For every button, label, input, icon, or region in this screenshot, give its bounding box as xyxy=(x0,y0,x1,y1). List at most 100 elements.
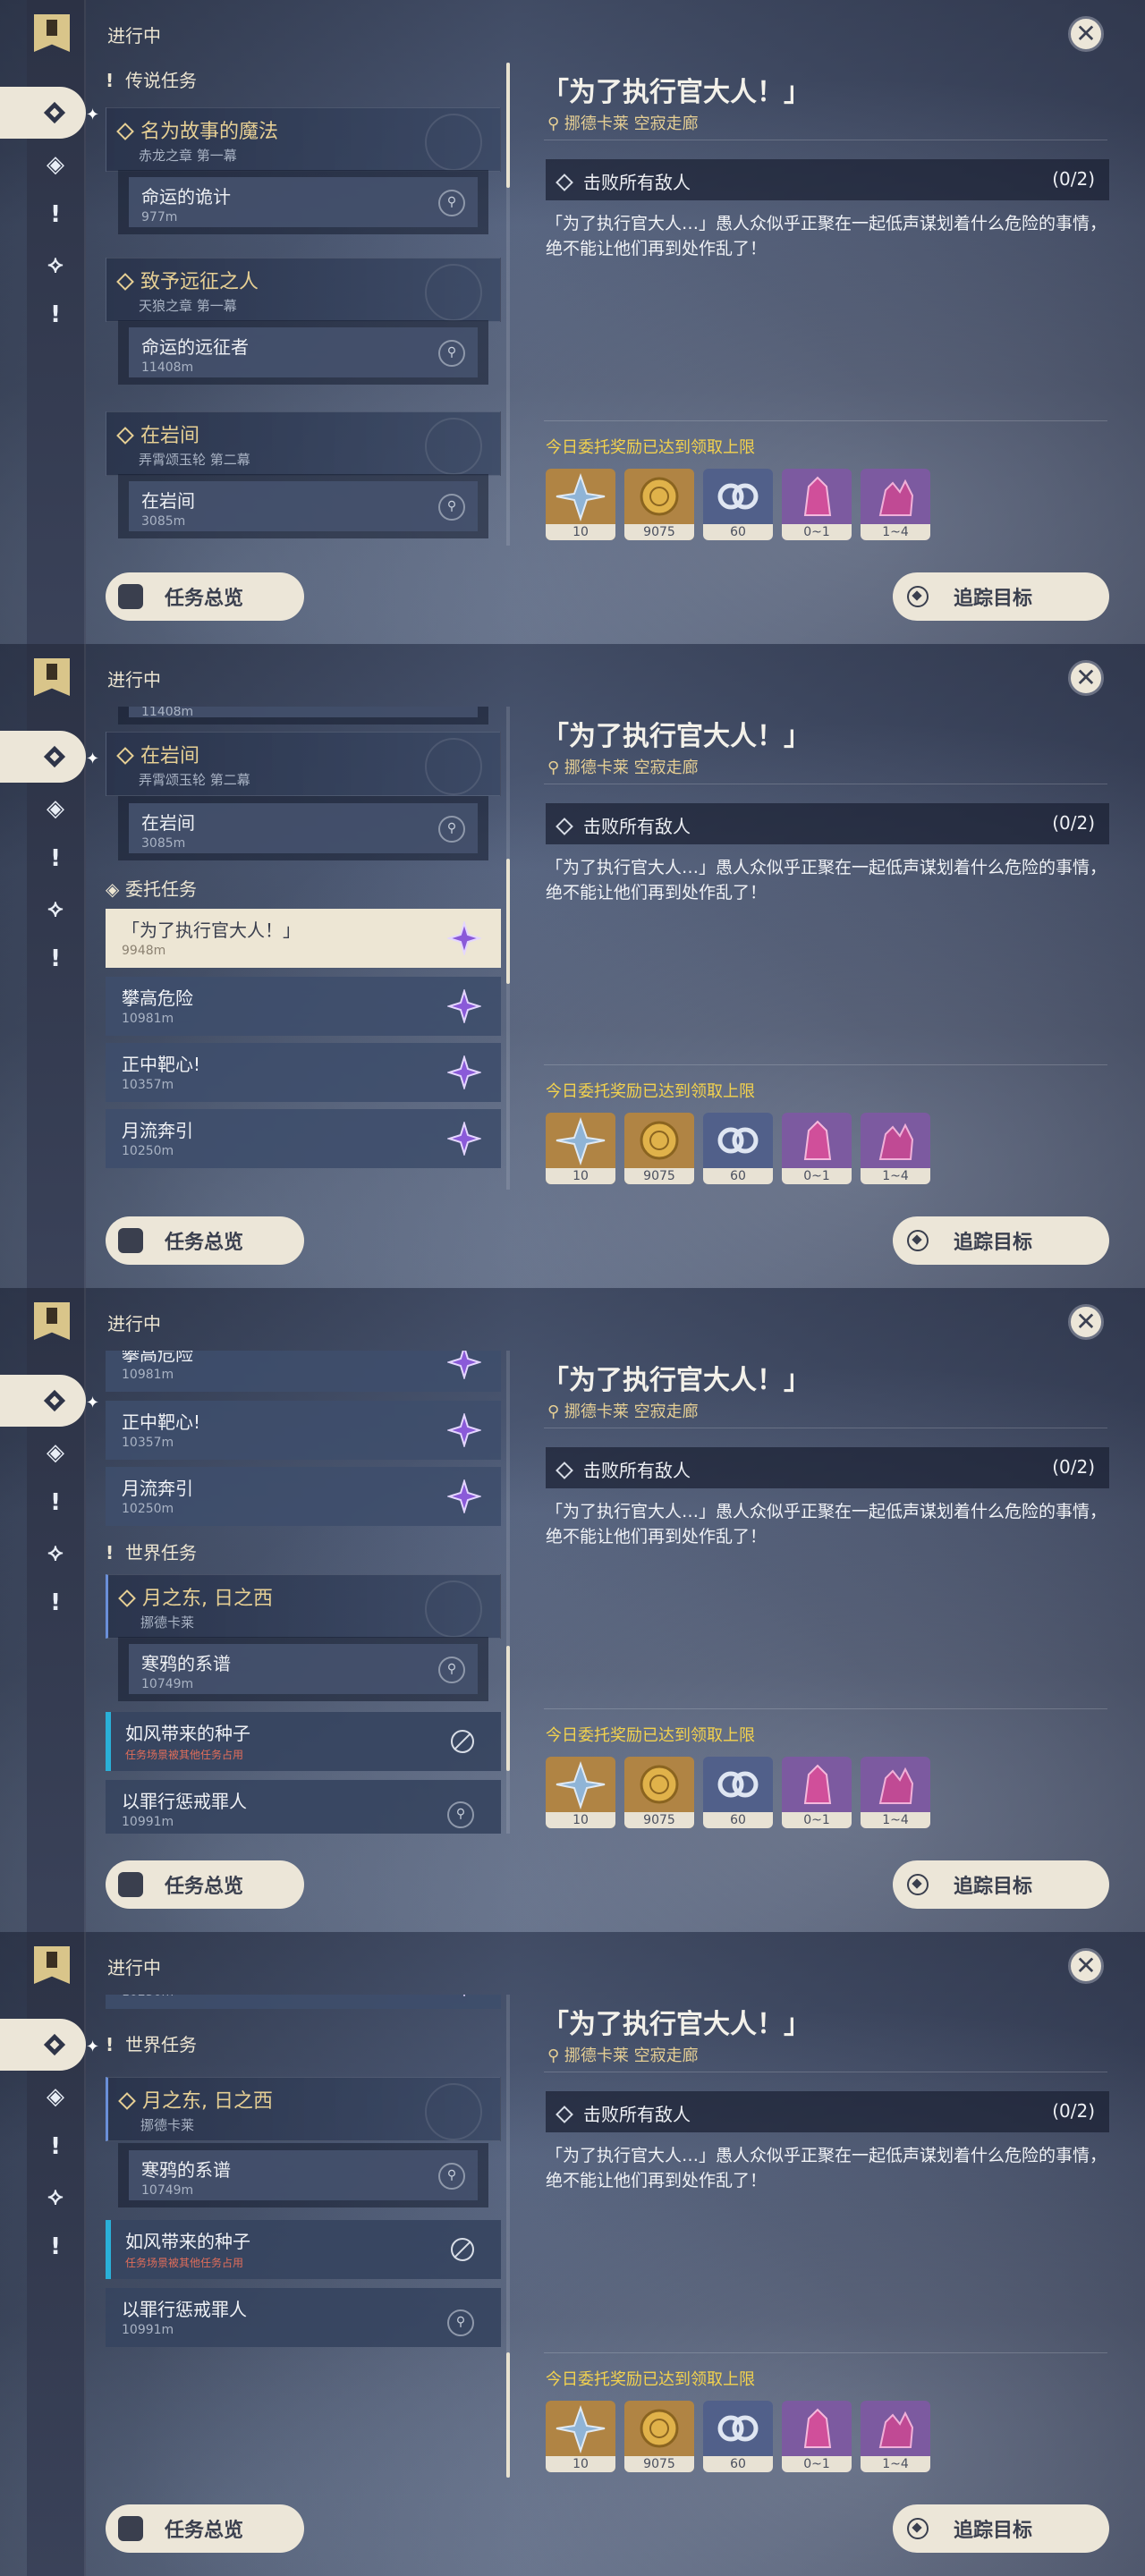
tab-story-quests[interactable]: ! xyxy=(34,1481,77,1524)
quest-step[interactable]: 在岩间 3085m ⚲ xyxy=(118,796,488,860)
commission-item[interactable]: 攀高危险 10981m xyxy=(106,977,501,1036)
tab-commission-quests[interactable]: ⟡ xyxy=(34,2175,77,2218)
tab-story-quests[interactable]: ! xyxy=(34,193,77,236)
quest-chapter[interactable]: 在岩间 弄霄颂玉轮 第二幕 xyxy=(106,732,501,796)
quest-list-scrollbar[interactable] xyxy=(506,1995,510,2478)
reward-mora[interactable]: 9075 xyxy=(624,2401,694,2472)
quest-panel: ✦ ◈ ! ⟡ ! 进行中 ✕ 11408m 在岩间 弄霄颂玉轮 第二幕 在岩间 308… xyxy=(0,644,1145,1288)
close-button[interactable]: ✕ xyxy=(1068,1304,1104,1340)
reward-friendship-exp[interactable]: 60 xyxy=(703,2401,773,2472)
quest-overview-button[interactable]: 任务总览 xyxy=(106,1216,304,1265)
quest-list[interactable]: 攀高危险 10981m 正中靶心! 10357m 月流奔引 10250m ! 世界任务 月之东,… xyxy=(106,1351,501,1834)
reward-adventure-exp[interactable]: 10 xyxy=(546,2401,615,2472)
tab-story-quests[interactable]: ! xyxy=(34,2125,77,2168)
reward-friendship-exp[interactable]: 60 xyxy=(703,1757,773,1828)
location-pin-icon: ⚲ xyxy=(547,2046,564,2065)
tab-all-quests[interactable] xyxy=(0,2019,86,2071)
quest-objective: 击败所有敌人 (0/2) xyxy=(546,803,1109,844)
quest-step[interactable]: 命运的远征者 11408m ⚲ xyxy=(118,320,488,385)
commission-star-icon xyxy=(447,921,481,955)
quest-overview-button[interactable]: 任务总览 xyxy=(106,572,304,621)
tab-commission-quests[interactable]: ⟡ xyxy=(34,887,77,930)
tab-all-quests[interactable] xyxy=(0,1375,86,1427)
quest-chapter[interactable]: 在岩间 弄霄颂玉轮 第二幕 xyxy=(106,411,501,476)
commission-item[interactable]: 正中靶心! 10357m xyxy=(106,1401,501,1460)
quest-step[interactable]: 命运的诡计 977m ⚲ xyxy=(118,170,488,234)
overview-icon xyxy=(118,584,143,609)
reward-crystal-chunk[interactable]: 0~1 xyxy=(782,1113,852,1184)
reward-limit-notice: 今日委托奖励已达到领取上限 xyxy=(546,1082,755,1101)
commission-item[interactable]: 月流奔引10250m xyxy=(106,1109,501,1168)
reward-crystal-ore[interactable]: 1~4 xyxy=(861,1757,930,1828)
commission-item[interactable]: 「为了执行官大人！」 9948m xyxy=(106,909,501,968)
tab-world-quests[interactable]: ! xyxy=(34,293,77,336)
quest-overview-button[interactable]: 任务总览 xyxy=(106,2504,304,2553)
world-quest-item[interactable]: 如风带来的种子 任务场景被其他任务占用 xyxy=(106,1712,501,1771)
tab-story-quests[interactable]: ! xyxy=(34,837,77,880)
tab-all-quests[interactable] xyxy=(0,87,86,139)
tab-archon-quests[interactable]: ◈ xyxy=(34,1431,77,1474)
status-heading: 进行中 xyxy=(107,669,161,691)
close-button[interactable]: ✕ xyxy=(1068,1948,1104,1984)
reward-crystal-ore[interactable]: 1~4 xyxy=(861,2401,930,2472)
commission-item[interactable]: 月流奔引10250m xyxy=(106,1467,501,1526)
tab-world-quests[interactable]: ! xyxy=(34,1581,77,1624)
reward-adventure-exp[interactable]: 10 xyxy=(546,1757,615,1828)
mora-coin-icon xyxy=(640,477,679,516)
quest-list-scrollbar[interactable] xyxy=(506,1351,510,1834)
track-target-label: 追踪目标 xyxy=(954,588,1033,610)
quest-chapter[interactable]: 致予远征之人 天狼之章 第一幕 xyxy=(106,258,501,322)
quest-marker-icon xyxy=(118,1589,136,1607)
tab-commission-quests[interactable]: ⟡ xyxy=(34,243,77,286)
commission-item[interactable]: 月流奔引10250m xyxy=(106,1995,501,2009)
track-target-button[interactable]: 追踪目标 xyxy=(893,1216,1109,1265)
tab-archon-quests[interactable]: ◈ xyxy=(34,787,77,830)
reward-adventure-exp[interactable]: 10 xyxy=(546,469,615,540)
reward-adventure-exp[interactable]: 10 xyxy=(546,1113,615,1184)
tab-archon-quests[interactable]: ◈ xyxy=(34,2075,77,2118)
objective-marker-icon xyxy=(556,2106,573,2123)
commission-item[interactable]: 正中靶心! 10357m xyxy=(106,1043,501,1102)
track-target-button[interactable]: 追踪目标 xyxy=(893,2504,1109,2553)
track-target-button[interactable]: 追踪目标 xyxy=(893,1860,1109,1909)
quest-list[interactable]: 11408m 在岩间 弄霄颂玉轮 第二幕 在岩间 3085m ⚲ ◈ 委托任务 「为了执行官大人… xyxy=(106,707,501,1190)
tab-all-quests[interactable] xyxy=(0,731,86,783)
reward-friendship-exp[interactable]: 60 xyxy=(703,469,773,540)
quest-category-icon xyxy=(43,2033,66,2056)
reward-mora[interactable]: 9075 xyxy=(624,469,694,540)
quest-list[interactable]: ! 传说任务 名为故事的魔法 赤龙之章 第一幕 命运的诡计 977m ⚲ 致予远征之人 天狼之章… xyxy=(106,63,501,546)
quest-list[interactable]: 月流奔引10250m !世界任务月之东, 日之西挪德卡莱寒鸦的系谱10749m⚲ 如… xyxy=(106,1995,501,2478)
location-pin-icon: ⚲ xyxy=(547,1402,564,1421)
world-quest-chapter[interactable]: 月之东, 日之西 挪德卡莱 xyxy=(106,2077,501,2141)
quest-step[interactable]: 在岩间 3085m ⚲ xyxy=(118,474,488,538)
tab-world-quests[interactable]: ! xyxy=(34,937,77,980)
world-quest-item[interactable]: 如风带来的种子 任务场景被其他任务占用 xyxy=(106,2220,501,2279)
reward-crystal-chunk[interactable]: 0~1 xyxy=(782,2401,852,2472)
reward-crystal-chunk[interactable]: 0~1 xyxy=(782,1757,852,1828)
quest-list-scrollbar[interactable] xyxy=(506,63,510,546)
reward-mora[interactable]: 9075 xyxy=(624,1757,694,1828)
exclamation-icon: ! xyxy=(106,1542,114,1563)
close-button[interactable]: ✕ xyxy=(1068,16,1104,52)
tab-world-quests[interactable]: ! xyxy=(34,2225,77,2268)
world-quest-item[interactable]: 以罪行惩戒罪人 10991m ⚲ xyxy=(106,1780,501,1834)
reward-crystal-ore[interactable]: 1~4 xyxy=(861,469,930,540)
quest-overview-button[interactable]: 任务总览 xyxy=(106,1860,304,1909)
reward-crystal-ore[interactable]: 1~4 xyxy=(861,1113,930,1184)
world-quest-item[interactable]: 以罪行惩戒罪人 10991m ⚲ xyxy=(106,2288,501,2347)
quest-step[interactable]: 寒鸦的系谱 10749m ⚲ xyxy=(118,1637,488,1701)
close-button[interactable]: ✕ xyxy=(1068,660,1104,696)
commission-item[interactable]: 攀高危险 10981m xyxy=(106,1351,501,1392)
reward-crystal-chunk[interactable]: 0~1 xyxy=(782,469,852,540)
tab-commission-quests[interactable]: ⟡ xyxy=(34,1531,77,1574)
quest-step-partial[interactable]: 11408m xyxy=(118,707,488,724)
world-quest-chapter[interactable]: 月之东, 日之西 挪德卡莱 xyxy=(106,1574,501,1639)
quest-chapter[interactable]: 名为故事的魔法 赤龙之章 第一幕 xyxy=(106,107,501,172)
quest-step[interactable]: 寒鸦的系谱 10749m ⚲ xyxy=(118,2143,488,2207)
adventure-exp-icon xyxy=(556,1760,606,1810)
reward-mora[interactable]: 9075 xyxy=(624,1113,694,1184)
quest-list-scrollbar[interactable] xyxy=(506,707,510,1190)
tab-archon-quests[interactable]: ◈ xyxy=(34,143,77,186)
track-target-button[interactable]: 追踪目标 xyxy=(893,572,1109,621)
reward-friendship-exp[interactable]: 60 xyxy=(703,1113,773,1184)
